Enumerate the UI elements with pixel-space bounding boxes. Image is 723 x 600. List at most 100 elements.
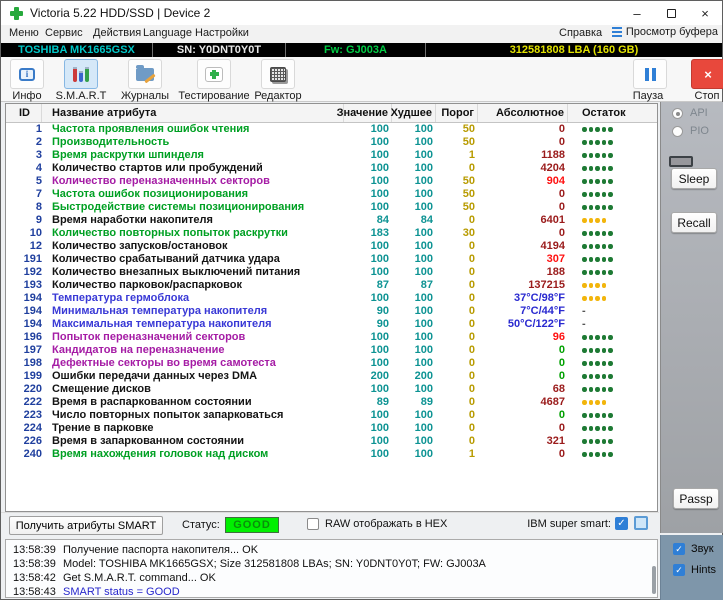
table-row[interactable]: 193Количество парковок/распарковок878701… xyxy=(6,279,657,292)
attr-threshold: 0 xyxy=(436,435,478,448)
attr-name: Время нахождения головок над диском xyxy=(42,448,344,461)
table-row[interactable]: 10Количество повторных попыток раскрутки… xyxy=(6,227,657,240)
hints-checkbox[interactable]: ✓ xyxy=(673,564,685,576)
attr-worst: 100 xyxy=(392,266,436,279)
menu-help[interactable]: Справка xyxy=(559,27,602,39)
table-row[interactable]: 192Количество внезапных выключений питан… xyxy=(6,266,657,279)
log-line: 13:58:39Получение паспорта накопителя...… xyxy=(6,543,657,557)
attr-raw: 0 xyxy=(478,370,568,383)
table-row[interactable]: 194Температура гермоблока100100037°C/98°… xyxy=(6,292,657,305)
health-dot xyxy=(589,348,594,353)
hex-editor-icon xyxy=(270,67,286,82)
table-row[interactable]: 223Число повторных попыток запарковаться… xyxy=(6,409,657,422)
logs-button[interactable] xyxy=(128,59,162,89)
menu-service[interactable]: Сервис xyxy=(45,27,83,39)
table-row[interactable]: 199Ошибки передачи данных через DMA20020… xyxy=(6,370,657,383)
attr-worst: 100 xyxy=(392,253,436,266)
sound-checkbox[interactable]: ✓ xyxy=(673,543,685,555)
attr-worst: 100 xyxy=(392,201,436,214)
app-icon xyxy=(10,7,23,20)
ibm-secondary-checkbox[interactable] xyxy=(634,516,648,530)
ibm-super-smart-checkbox[interactable]: ✓ xyxy=(615,517,628,530)
table-row[interactable]: 197Кандидатов на переназначение10010000 xyxy=(6,344,657,357)
menu-main[interactable]: Меню xyxy=(9,27,39,39)
table-row[interactable]: 3Время раскрутки шпинделя10010011188 xyxy=(6,149,657,162)
attr-value: 183 xyxy=(344,227,392,240)
test-label: Тестирование xyxy=(178,90,249,102)
minimize-button[interactable]: – xyxy=(620,1,654,25)
health-dot xyxy=(608,413,613,418)
table-row[interactable]: 191Количество срабатываний датчика удара… xyxy=(6,253,657,266)
table-row[interactable]: 4Количество стартов или пробуждений10010… xyxy=(6,162,657,175)
health-dot xyxy=(589,166,594,171)
attr-value: 100 xyxy=(344,188,392,201)
health-dot xyxy=(589,361,594,366)
table-row[interactable]: 5Количество переназначенных секторов1001… xyxy=(6,175,657,188)
sleep-button[interactable]: Sleep xyxy=(671,168,717,189)
attr-value: 100 xyxy=(344,123,392,136)
pause-button[interactable] xyxy=(633,59,667,89)
table-row[interactable]: 240Время нахождения головок над диском10… xyxy=(6,448,657,461)
health-dot xyxy=(595,140,600,145)
info-button[interactable]: i xyxy=(10,59,44,89)
test-button[interactable] xyxy=(197,59,231,89)
raw-hex-checkbox[interactable] xyxy=(307,518,319,530)
attr-raw: 188 xyxy=(478,266,568,279)
pio-radio-row[interactable]: PIO xyxy=(672,125,709,137)
table-row[interactable]: 8Быстродействие системы позиционирования… xyxy=(6,201,657,214)
buffer-view-button[interactable]: Просмотр буфера xyxy=(612,26,718,38)
close-button[interactable]: × xyxy=(688,1,722,25)
table-row[interactable]: 12Количество запусков/остановок100100041… xyxy=(6,240,657,253)
get-smart-button[interactable]: Получить атрибуты SMART xyxy=(9,516,163,535)
recall-button[interactable]: Recall xyxy=(671,212,717,233)
health-dot xyxy=(589,218,594,223)
attr-value: 100 xyxy=(344,201,392,214)
attr-name: Количество срабатываний датчика удара xyxy=(42,253,344,266)
passp-button[interactable]: Passp xyxy=(673,488,719,509)
table-row[interactable]: 220Смещение дисков100100068 xyxy=(6,383,657,396)
raw-hex-option[interactable]: RAW отображать в HEX xyxy=(307,518,447,530)
health-dot xyxy=(602,348,607,353)
hints-option[interactable]: ✓ Hints xyxy=(673,564,716,576)
health-dot xyxy=(602,387,607,392)
attr-threshold: 0 xyxy=(436,370,478,383)
col-name: Название атрибута xyxy=(42,104,344,122)
table-row[interactable]: 226Время в запаркованном состоянии100100… xyxy=(6,435,657,448)
table-row[interactable]: 194Максимальная температура накопителя90… xyxy=(6,318,657,331)
attr-threshold: 0 xyxy=(436,240,478,253)
attr-health xyxy=(568,448,657,461)
table-row[interactable]: 198Дефектные секторы во время самотеста1… xyxy=(6,357,657,370)
health-dot xyxy=(595,166,600,171)
attr-raw: 904 xyxy=(478,175,568,188)
menu-language[interactable]: Language xyxy=(143,27,192,39)
attr-name: Число повторных попыток запарковаться xyxy=(42,409,344,422)
table-row[interactable]: 222Время в распаркованном состоянии89890… xyxy=(6,396,657,409)
attr-health xyxy=(568,136,657,149)
smart-button[interactable] xyxy=(64,59,98,89)
health-dot xyxy=(608,166,613,171)
attr-worst: 100 xyxy=(392,305,436,318)
health-dot xyxy=(582,218,587,223)
table-row[interactable]: 2Производительность100100500 xyxy=(6,136,657,149)
log-scrollbar[interactable] xyxy=(652,566,656,594)
stop-button[interactable]: × xyxy=(691,59,723,89)
table-row[interactable]: 194Минимальная температура накопителя901… xyxy=(6,305,657,318)
table-row[interactable]: 196Попыток переназначений секторов100100… xyxy=(6,331,657,344)
maximize-button[interactable] xyxy=(654,1,688,25)
editor-button[interactable] xyxy=(261,59,295,89)
sound-option[interactable]: ✓ Звук xyxy=(673,543,714,555)
toolbar: i Инфо S.M.A.R.T Журналы Тестирование Ре… xyxy=(1,57,722,102)
attr-threshold: 0 xyxy=(436,422,478,435)
attr-health xyxy=(568,188,657,201)
attr-name: Кандидатов на переназначение xyxy=(42,344,344,357)
table-row[interactable]: 1Частота проявления ошибок чтения1001005… xyxy=(6,123,657,136)
table-row[interactable]: 7Частота ошибок позиционирования10010050… xyxy=(6,188,657,201)
api-radio-row[interactable]: API xyxy=(672,107,708,119)
table-row[interactable]: 9Время наработки накопителя848406401 xyxy=(6,214,657,227)
menu-settings[interactable]: Настройки xyxy=(195,27,249,39)
health-dot xyxy=(608,348,613,353)
pio-radio[interactable] xyxy=(672,126,683,137)
menu-actions[interactable]: Действия xyxy=(93,27,141,39)
api-radio[interactable] xyxy=(672,108,683,119)
table-row[interactable]: 224Трение в парковке10010000 xyxy=(6,422,657,435)
